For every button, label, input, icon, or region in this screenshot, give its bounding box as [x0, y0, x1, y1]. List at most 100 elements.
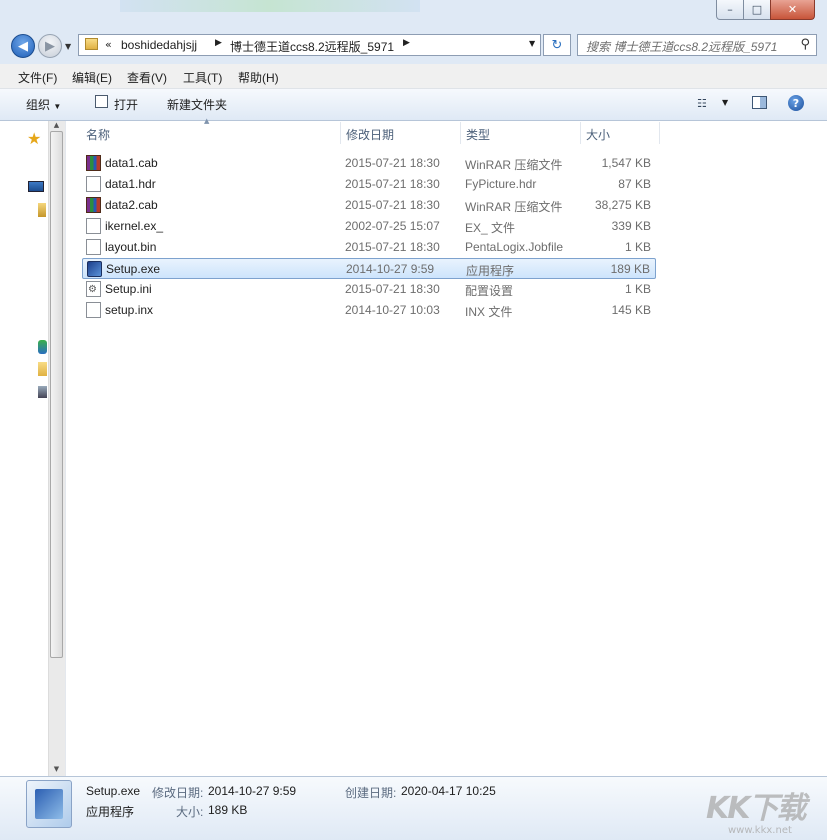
detail-created-label: 创建日期:: [345, 786, 397, 800]
file-name: data1.hdr: [105, 177, 156, 191]
recent-pages-dropdown-icon[interactable]: ▼: [65, 42, 71, 51]
scroll-down-icon[interactable]: ▼: [50, 765, 63, 773]
search-icon[interactable]: ⚲: [800, 37, 810, 52]
application-icon: [35, 789, 63, 819]
refresh-icon: ↻: [551, 37, 563, 53]
new-folder-button[interactable]: 新建文件夹: [167, 96, 227, 113]
libraries-icon[interactable]: [38, 203, 46, 217]
file-name: Setup.ini: [105, 282, 152, 296]
close-button[interactable]: ✕: [770, 0, 815, 20]
column-header-name[interactable]: 名称: [86, 126, 110, 146]
menu-view[interactable]: 查看(V): [127, 69, 167, 86]
detail-size-value: 189 KB: [208, 803, 248, 817]
back-arrow-icon: ◀: [18, 38, 28, 54]
file-type: WinRAR 压缩文件: [465, 158, 563, 172]
document-icon: [86, 302, 101, 318]
scrollbar-thumb[interactable]: [50, 131, 63, 658]
file-date: 2002-07-25 15:07: [345, 219, 440, 233]
favorites-star-icon[interactable]: ★: [27, 129, 41, 148]
document-icon: [86, 176, 101, 192]
file-date: 2015-07-21 18:30: [345, 240, 440, 254]
minimize-button[interactable]: –: [716, 0, 744, 20]
folder-icon[interactable]: [38, 362, 47, 376]
breadcrumb-chevron-icon[interactable]: ▶: [215, 38, 222, 48]
back-button[interactable]: ◀: [11, 34, 35, 58]
file-row[interactable]: layout.bin 2015-07-21 18:30 PentaLogix.J…: [82, 237, 656, 258]
file-size: 1 KB: [624, 240, 651, 254]
forward-button[interactable]: ▶: [38, 34, 62, 58]
document-icon: [86, 218, 101, 234]
file-name: setup.inx: [105, 303, 154, 317]
scroll-up-icon[interactable]: ▲: [50, 121, 63, 129]
detail-file-name: Setup.exe: [86, 784, 141, 798]
column-separator[interactable]: [580, 122, 581, 144]
file-name: data1.cab: [105, 156, 158, 170]
file-date: 2014-10-27 10:03: [345, 303, 440, 317]
file-type: FyPicture.hdr: [465, 177, 537, 191]
file-date: 2015-07-21 18:30: [345, 177, 440, 191]
file-date: 2015-07-21 18:30: [345, 198, 440, 212]
file-row-selected[interactable]: Setup.exe 2014-10-27 9:59 应用程序 189 KB: [82, 258, 656, 279]
breadcrumb-item[interactable]: boshidedahjsjj: [121, 38, 197, 52]
file-type: EX_ 文件: [465, 221, 516, 235]
menu-tools[interactable]: 工具(T): [183, 69, 222, 86]
view-dropdown-icon[interactable]: ▼: [722, 98, 728, 107]
change-view-icon[interactable]: ☷: [697, 97, 707, 110]
file-type: INX 文件: [465, 305, 513, 319]
application-icon: [87, 261, 102, 277]
file-row[interactable]: Setup.ini 2015-07-21 18:30 配置设置 1 KB: [82, 279, 656, 300]
breadcrumb-chevron-icon[interactable]: ▶: [403, 38, 410, 48]
desktop-icon[interactable]: [28, 181, 44, 192]
menu-edit[interactable]: 编辑(E): [72, 69, 112, 86]
column-header-date[interactable]: 修改日期: [346, 126, 394, 146]
column-separator[interactable]: [340, 122, 341, 144]
column-header-size[interactable]: 大小: [586, 126, 610, 146]
watermark-logo: KK下载: [706, 791, 806, 826]
menu-bar: [0, 64, 827, 89]
file-size: 1,547 KB: [601, 156, 651, 170]
maximize-button[interactable]: □: [743, 0, 771, 20]
settings-file-icon: [86, 281, 101, 297]
address-dropdown-icon[interactable]: ▼: [529, 39, 535, 48]
file-row[interactable]: setup.inx 2014-10-27 10:03 INX 文件 145 KB: [82, 300, 656, 321]
help-icon[interactable]: ?: [788, 95, 804, 111]
chevron-down-icon: ▼: [53, 102, 62, 111]
address-bar[interactable]: « boshidedahjsjj ▶ 博士德王道ccs8.2远程版_5971 ▶…: [78, 34, 541, 56]
winrar-archive-icon: [86, 197, 101, 213]
title-bar-blur: [120, 0, 420, 12]
file-row[interactable]: data1.cab 2015-07-21 18:30 WinRAR 压缩文件 1…: [82, 153, 656, 174]
winrar-archive-icon: [86, 155, 101, 171]
file-row[interactable]: data2.cab 2015-07-21 18:30 WinRAR 压缩文件 3…: [82, 195, 656, 216]
file-size: 145 KB: [611, 303, 651, 317]
folder-icon: [85, 38, 98, 50]
breadcrumb-item[interactable]: 博士德王道ccs8.2远程版_5971: [230, 38, 394, 55]
column-header-type[interactable]: 类型: [466, 126, 490, 146]
file-size: 38,275 KB: [594, 198, 651, 212]
open-icon: [95, 95, 108, 108]
file-name: ikernel.ex_: [105, 219, 164, 233]
file-name: layout.bin: [105, 240, 157, 254]
homegroup-icon[interactable]: [38, 340, 47, 354]
menu-help[interactable]: 帮助(H): [238, 69, 279, 86]
file-type: WinRAR 压缩文件: [465, 200, 563, 214]
column-separator[interactable]: [460, 122, 461, 144]
refresh-button[interactable]: ↻: [543, 34, 571, 56]
file-date: 2015-07-21 18:30: [345, 282, 440, 296]
file-date: 2014-10-27 9:59: [346, 262, 435, 276]
file-name: data2.cab: [105, 198, 158, 212]
file-type: PentaLogix.Jobfile: [465, 240, 564, 254]
search-input[interactable]: 搜索 博士德王道ccs8.2远程版_5971 ⚲: [577, 34, 817, 56]
file-size: 1 KB: [624, 282, 651, 296]
computer-icon[interactable]: [38, 386, 47, 398]
menu-file[interactable]: 文件(F): [18, 69, 57, 86]
breadcrumb-overflow[interactable]: «: [105, 38, 112, 51]
file-date: 2015-07-21 18:30: [345, 156, 440, 170]
file-row[interactable]: ikernel.ex_ 2002-07-25 15:07 EX_ 文件 339 …: [82, 216, 656, 237]
file-row[interactable]: data1.hdr 2015-07-21 18:30 FyPicture.hdr…: [82, 174, 656, 195]
document-icon: [86, 239, 101, 255]
column-separator[interactable]: [659, 122, 660, 144]
open-button[interactable]: 打开: [114, 96, 138, 113]
organize-button[interactable]: 组织 ▼: [26, 96, 61, 113]
preview-pane-icon[interactable]: [752, 96, 767, 109]
pane-divider[interactable]: [65, 121, 70, 776]
